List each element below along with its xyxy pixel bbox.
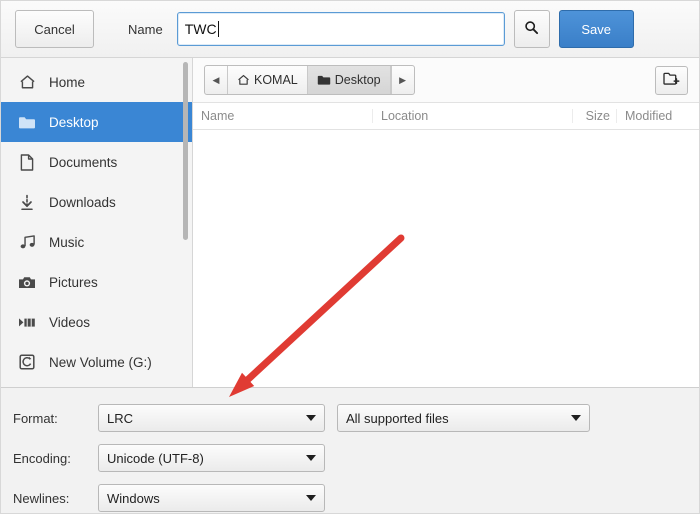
text-cursor [217,21,219,37]
dialog-toolbar: Cancel Name TWC Save [1,1,699,58]
name-label: Name [128,21,163,37]
search-button[interactable] [513,10,550,48]
save-file-dialog: Cancel Name TWC Save Home Desktop Docume… [0,0,700,514]
cancel-button[interactable]: Cancel [15,10,94,48]
newlines-row: Newlines: Windows [13,478,687,518]
sidebar-item-label: Videos [49,314,91,330]
chevron-down-icon [571,415,581,421]
breadcrumb-forward-button[interactable]: ▶ [390,66,414,94]
sidebar-item-new-volume[interactable]: New Volume (G:) [1,342,192,382]
document-icon [17,153,37,171]
file-list-header: Name Location Size Modified [193,102,699,130]
breadcrumb-item-desktop[interactable]: Desktop [307,66,391,94]
encoding-value: Unicode (UTF-8) [107,450,204,466]
breadcrumb-back-button[interactable]: ◀ [205,66,228,94]
home-icon [237,74,250,86]
encoding-label: Encoding: [13,450,71,466]
sidebar-item-label: Documents [49,154,118,170]
path-bar: ◀ KOMAL Desktop ▶ [193,58,699,102]
create-folder-button[interactable] [655,65,688,95]
format-row: Format: LRC All supported files [13,398,687,438]
folder-icon [317,74,331,86]
breadcrumb: ◀ KOMAL Desktop ▶ [204,65,415,95]
search-icon [524,20,539,38]
sidebar-item-music[interactable]: Music [1,222,192,262]
sidebar-scrollbar-thumb[interactable] [183,62,188,240]
save-button[interactable]: Save [558,10,634,48]
column-header-location[interactable]: Location [373,109,573,123]
video-icon [17,313,37,331]
format-value: LRC [107,410,134,426]
camera-icon [17,273,37,291]
file-list[interactable] [193,130,699,387]
filename-value: TWC [184,21,217,37]
sidebar-item-label: Desktop [49,114,99,130]
chevron-down-icon [306,415,316,421]
format-dropdown[interactable]: LRC [98,404,325,432]
home-icon [17,73,37,91]
filename-input[interactable]: TWC [176,12,505,46]
column-header-modified[interactable]: Modified [617,109,699,123]
chevron-down-icon [306,495,316,501]
encoding-row: Encoding: Unicode (UTF-8) [13,438,687,478]
places-sidebar: Home Desktop Documents Downloads Music P… [1,58,193,387]
drive-icon [17,353,37,371]
file-filter-value: All supported files [346,410,449,426]
breadcrumb-label: Desktop [334,73,381,87]
sidebar-item-label: New Volume (G:) [49,354,152,370]
sidebar-item-pictures[interactable]: Pictures [1,262,192,302]
sidebar-item-label: Downloads [49,194,116,210]
dialog-body: Home Desktop Documents Downloads Music P… [1,58,699,387]
folder-icon [17,113,37,131]
column-header-size[interactable]: Size [573,109,617,123]
sidebar-item-downloads[interactable]: Downloads [1,182,192,222]
music-note-icon [17,233,37,251]
download-icon [17,193,37,211]
breadcrumb-item-komal[interactable]: KOMAL [228,66,308,94]
new-folder-icon [663,71,680,89]
newlines-label: Newlines: [13,490,70,506]
file-filter-dropdown[interactable]: All supported files [337,404,590,432]
encoding-dropdown[interactable]: Unicode (UTF-8) [98,444,325,472]
sidebar-item-documents[interactable]: Documents [1,142,192,182]
newlines-dropdown[interactable]: Windows [98,484,325,512]
sidebar-item-label: Pictures [49,274,98,290]
column-header-name[interactable]: Name [193,109,373,123]
sidebar-item-videos[interactable]: Videos [1,302,192,342]
newlines-value: Windows [107,490,160,506]
chevron-down-icon [306,455,316,461]
breadcrumb-label: KOMAL [254,73,298,87]
format-label: Format: [13,410,58,426]
sidebar-scrollbar[interactable] [183,62,188,383]
file-browser-pane: ◀ KOMAL Desktop ▶ Name Location Size Mod… [193,58,699,387]
sidebar-item-desktop[interactable]: Desktop [1,102,192,142]
sidebar-item-label: Music [49,234,85,250]
sidebar-item-home[interactable]: Home [1,62,192,102]
options-panel: Format: LRC All supported files Encoding… [1,387,699,513]
sidebar-item-label: Home [49,74,86,90]
